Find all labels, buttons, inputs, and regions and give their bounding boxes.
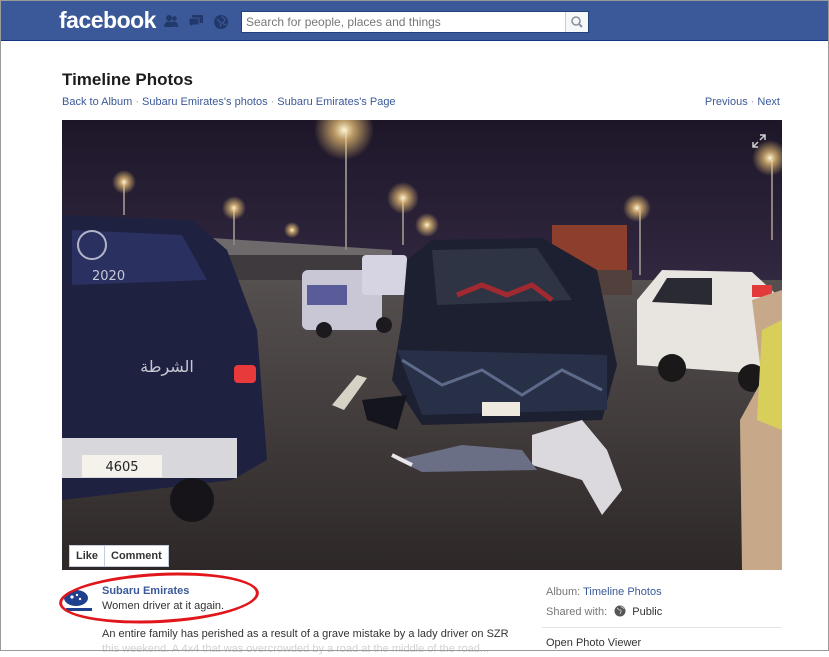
shared-with-label: Shared with: — [546, 606, 608, 618]
meta-divider — [542, 627, 782, 628]
description-line: An entire family has perished as a resul… — [102, 628, 509, 640]
page-title: Timeline Photos — [62, 70, 193, 89]
crash-scene-image: 4605 الشرطة 2020 — [62, 120, 782, 570]
album-link[interactable]: Timeline Photos — [583, 586, 661, 598]
post-description: An entire family has perished as a resul… — [102, 627, 512, 657]
breadcrumb-separator: · — [270, 96, 275, 108]
owner-page-link[interactable]: Subaru Emirates's Page — [277, 96, 395, 108]
friend-requests-icon[interactable] — [163, 14, 179, 28]
photo-meta: Album: Timeline Photos Shared with: Publ… — [546, 585, 662, 625]
messages-icon[interactable] — [188, 14, 204, 28]
open-photo-viewer-link[interactable]: Open Photo Viewer — [546, 637, 641, 649]
like-button[interactable]: Like — [70, 550, 104, 562]
previous-link[interactable]: Previous — [705, 96, 748, 108]
pager-separator: · — [750, 96, 755, 108]
police-marking-text: الشرطة — [140, 357, 194, 377]
breadcrumb: Back to Album · Subaru Emirates's photos · S… — [62, 96, 396, 108]
main-photo[interactable]: 4605 الشرطة 2020 — [62, 120, 782, 570]
search-box — [241, 11, 589, 33]
globe-icon — [614, 605, 626, 621]
search-input[interactable] — [242, 12, 568, 32]
post-author-link[interactable]: Subaru Emirates — [102, 585, 189, 597]
back-to-album-link[interactable]: Back to Album — [62, 96, 132, 108]
search-icon — [571, 16, 583, 28]
post-status-text: Women driver at it again. — [102, 600, 225, 612]
facebook-logo[interactable]: facebook — [59, 7, 156, 34]
privacy-row: Shared with: Public — [546, 605, 662, 625]
album-label: Album: — [546, 586, 581, 598]
notifications-icon[interactable] — [213, 14, 229, 29]
photo-pager: Previous · Next — [705, 96, 780, 108]
expo-sticker-text: 2020 — [92, 269, 125, 284]
fullscreen-icon[interactable] — [752, 134, 766, 148]
comment-button[interactable]: Comment — [105, 550, 168, 562]
search-button[interactable] — [565, 12, 588, 32]
audience-value[interactable]: Public — [632, 606, 662, 618]
license-plate-text: 4605 — [105, 460, 138, 475]
top-bar: facebook — [1, 1, 828, 41]
description-line-cut: this weekend. A 4x4 that was overcrowded… — [102, 643, 490, 655]
owner-photos-link[interactable]: Subaru Emirates's photos — [142, 96, 268, 108]
photo-action-bar: Like Comment — [69, 545, 169, 567]
red-highlight-circle — [57, 567, 261, 629]
next-link[interactable]: Next — [757, 96, 780, 108]
breadcrumb-separator: · — [135, 96, 139, 108]
album-row: Album: Timeline Photos — [546, 585, 662, 605]
